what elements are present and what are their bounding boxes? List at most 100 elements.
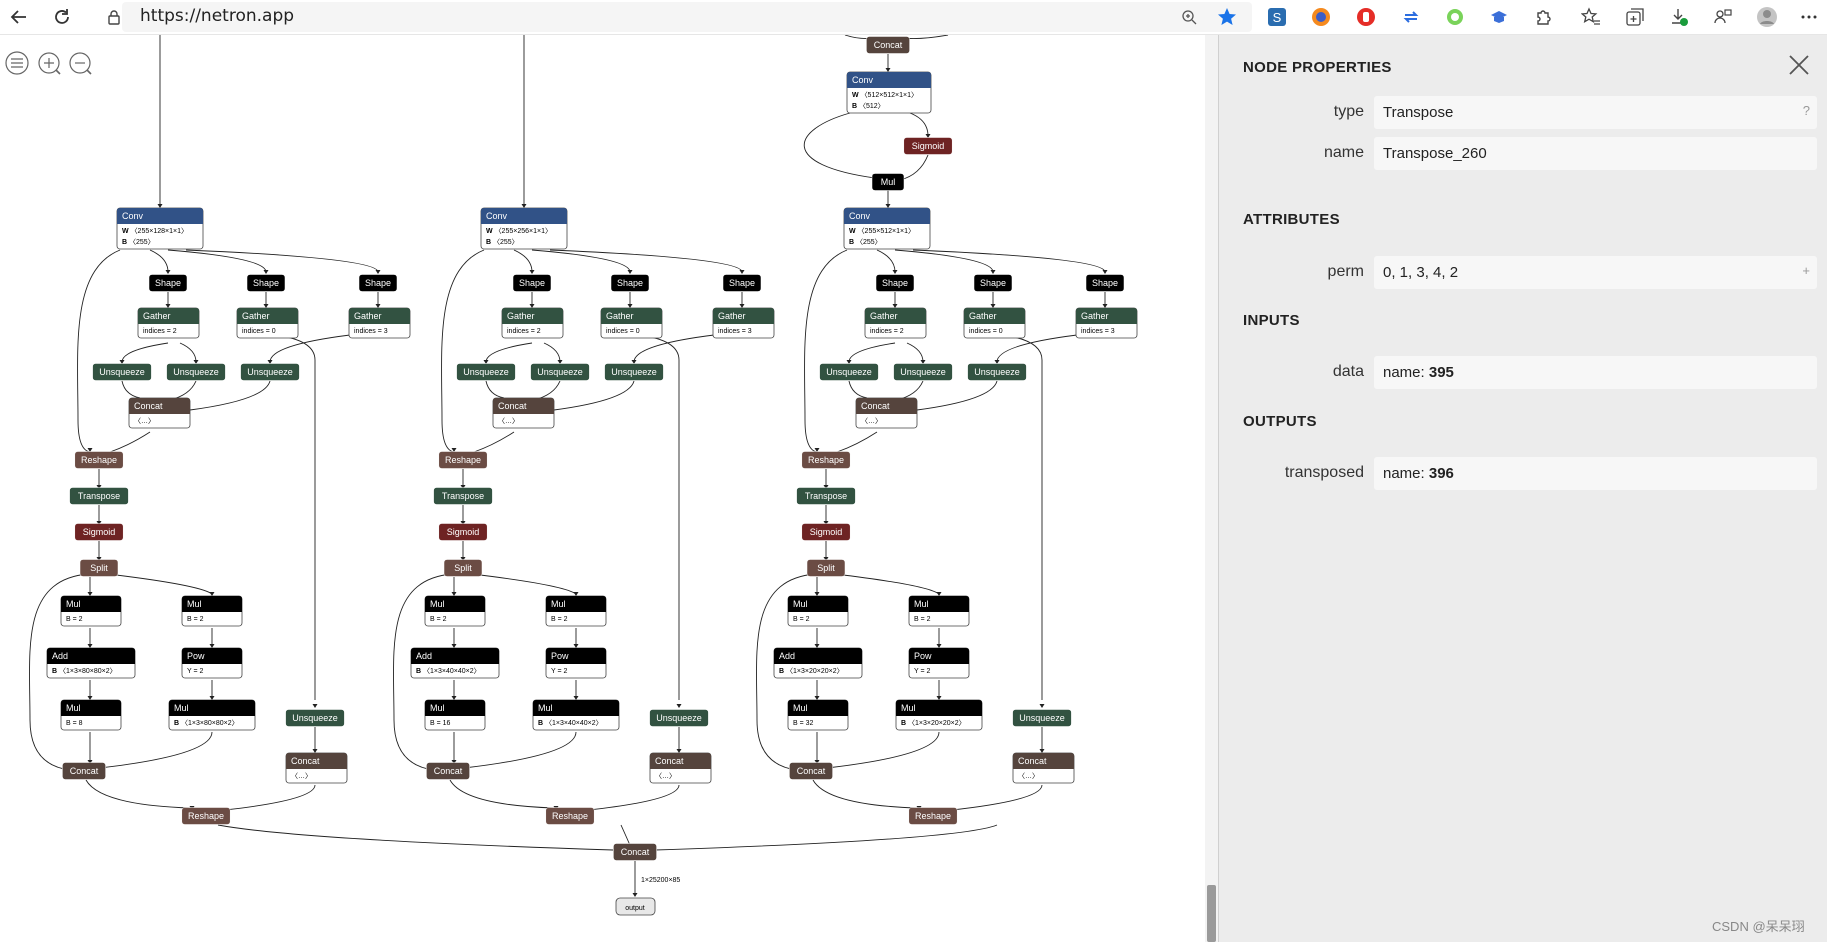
zoom-icon[interactable] bbox=[1178, 6, 1200, 28]
col3-concat-shape[interactable]: Concat 〈…〉 bbox=[855, 397, 918, 429]
col3-reshape-final[interactable]: Reshape bbox=[908, 807, 958, 825]
col2-mul-3[interactable]: Mul B = 16 bbox=[424, 699, 486, 731]
col3-mul-1[interactable]: Mul B = 2 bbox=[787, 595, 849, 627]
zoom-out-icon[interactable] bbox=[69, 52, 92, 75]
col3-shape-0[interactable]: Shape bbox=[875, 274, 915, 292]
col1-mul-2[interactable]: Mul B = 2 bbox=[181, 595, 243, 627]
col3-gather-2[interactable]: Gather indices = 3 bbox=[1075, 307, 1138, 339]
col2-concat-shape[interactable]: Concat 〈…〉 bbox=[492, 397, 555, 429]
col1-transpose[interactable]: Transpose bbox=[69, 487, 129, 505]
col2-shape-2[interactable]: Shape bbox=[722, 274, 762, 292]
expand-icon[interactable]: + bbox=[1802, 263, 1810, 278]
col2-reshape-final[interactable]: Reshape bbox=[545, 807, 595, 825]
col2-pow[interactable]: Pow Y = 2 bbox=[545, 647, 607, 679]
favorite-star-icon[interactable] bbox=[1216, 6, 1238, 28]
model-graph[interactable]: Concat Conv W 〈512×512×1×1〉 B 〈512〉 Sigmoid M… bbox=[0, 35, 1218, 942]
col2-gather-2[interactable]: Gather indices = 3 bbox=[712, 307, 775, 339]
col1-gather-1[interactable]: Gather indices = 0 bbox=[236, 307, 299, 339]
col2-transpose[interactable]: Transpose bbox=[433, 487, 493, 505]
col2-mul-4[interactable]: Mul B 〈1×3×40×40×2〉 bbox=[532, 699, 620, 731]
col1-concat-shape[interactable]: Concat 〈…〉 bbox=[128, 397, 191, 429]
col2-concat-shape-2[interactable]: Concat 〈…〉 bbox=[649, 752, 712, 784]
prop-value-type[interactable]: Transpose? bbox=[1374, 96, 1817, 129]
col3-unsqueeze-1[interactable]: Unsqueeze bbox=[893, 363, 953, 381]
col2-unsqueeze-3[interactable]: Unsqueeze bbox=[649, 709, 709, 727]
sidebar-toggle-icon[interactable] bbox=[5, 51, 29, 75]
extension-circle-icon[interactable] bbox=[1444, 6, 1466, 28]
extension-hand-icon[interactable] bbox=[1355, 6, 1377, 28]
col2-reshape[interactable]: Reshape bbox=[438, 451, 488, 469]
col2-concat-boxes[interactable]: Concat bbox=[426, 762, 470, 780]
collections-icon[interactable] bbox=[1624, 6, 1646, 28]
col3-gather-1[interactable]: Gather indices = 0 bbox=[963, 307, 1026, 339]
col1-unsqueeze-2[interactable]: Unsqueeze bbox=[240, 363, 300, 381]
col1-add[interactable]: Add B 〈1×3×80×80×2〉 bbox=[46, 647, 136, 679]
graph-scrollbar[interactable] bbox=[1205, 35, 1218, 942]
graph-canvas[interactable]: Concat Conv W 〈512×512×1×1〉 B 〈512〉 Sigmoid M… bbox=[0, 35, 1218, 942]
col2-add[interactable]: Add B 〈1×3×40×40×2〉 bbox=[410, 647, 500, 679]
col3-concat-shape-2[interactable]: Concat 〈…〉 bbox=[1012, 752, 1075, 784]
col2-conv[interactable]: Conv W 〈255×256×1×1〉 B 〈255〉 bbox=[480, 207, 568, 250]
help-icon[interactable]: ? bbox=[1803, 103, 1810, 118]
node-concat-final[interactable]: Concat bbox=[613, 843, 657, 861]
zoom-in-icon[interactable] bbox=[38, 52, 61, 75]
col3-conv[interactable]: Conv W 〈255×512×1×1〉 B 〈255〉 bbox=[843, 207, 931, 250]
col3-mul-2[interactable]: Mul B = 2 bbox=[908, 595, 970, 627]
more-menu-icon[interactable] bbox=[1798, 6, 1820, 28]
col3-pow[interactable]: Pow Y = 2 bbox=[908, 647, 970, 679]
col1-mul-3[interactable]: Mul B = 8 bbox=[60, 699, 122, 731]
col3-sigmoid[interactable]: Sigmoid bbox=[801, 523, 851, 541]
favorites-icon[interactable] bbox=[1580, 6, 1602, 28]
col2-shape-1[interactable]: Shape bbox=[610, 274, 650, 292]
col3-add[interactable]: Add B 〈1×3×20×20×2〉 bbox=[773, 647, 863, 679]
col2-unsqueeze-2[interactable]: Unsqueeze bbox=[604, 363, 664, 381]
col3-gather-0[interactable]: Gather indices = 2 bbox=[864, 307, 927, 339]
col1-conv[interactable]: Conv W 〈255×128×1×1〉 B 〈255〉 bbox=[116, 207, 204, 250]
extension-cap-icon[interactable] bbox=[1488, 6, 1510, 28]
downloads-icon[interactable] bbox=[1668, 6, 1690, 28]
col3-unsqueeze-2[interactable]: Unsqueeze bbox=[967, 363, 1027, 381]
col2-mul-2[interactable]: Mul B = 2 bbox=[545, 595, 607, 627]
col3-mul-4[interactable]: Mul B 〈1×3×20×20×2〉 bbox=[895, 699, 983, 731]
col1-shape-1[interactable]: Shape bbox=[246, 274, 286, 292]
col1-shape-2[interactable]: Shape bbox=[358, 274, 398, 292]
node-sigmoid-top[interactable]: Sigmoid bbox=[903, 137, 953, 155]
col1-mul-1[interactable]: Mul B = 2 bbox=[60, 595, 122, 627]
col3-unsqueeze-0[interactable]: Unsqueeze bbox=[819, 363, 879, 381]
col2-sigmoid[interactable]: Sigmoid bbox=[438, 523, 488, 541]
extensions-puzzle-icon[interactable] bbox=[1532, 6, 1554, 28]
close-icon[interactable] bbox=[1787, 53, 1811, 77]
col1-concat-shape-2[interactable]: Concat 〈…〉 bbox=[285, 752, 348, 784]
input-value-data[interactable]: name: 395 bbox=[1374, 356, 1817, 389]
col1-mul-4[interactable]: Mul B 〈1×3×80×80×2〉 bbox=[168, 699, 256, 731]
node-concat-top[interactable]: Concat bbox=[866, 36, 910, 54]
node-mul-top[interactable]: Mul bbox=[871, 173, 905, 191]
col1-pow[interactable]: Pow Y = 2 bbox=[181, 647, 243, 679]
graph-scrollbar-thumb[interactable] bbox=[1207, 885, 1216, 942]
col3-transpose[interactable]: Transpose bbox=[796, 487, 856, 505]
attr-value-perm[interactable]: 0, 1, 3, 4, 2 + bbox=[1374, 256, 1817, 289]
url-text[interactable]: https://netron.app bbox=[140, 6, 294, 26]
col1-reshape-final[interactable]: Reshape bbox=[181, 807, 231, 825]
col1-sigmoid[interactable]: Sigmoid bbox=[74, 523, 124, 541]
col1-gather-2[interactable]: Gather indices = 3 bbox=[348, 307, 411, 339]
col1-unsqueeze-1[interactable]: Unsqueeze bbox=[166, 363, 226, 381]
col2-mul-1[interactable]: Mul B = 2 bbox=[424, 595, 486, 627]
col2-unsqueeze-1[interactable]: Unsqueeze bbox=[530, 363, 590, 381]
col3-shape-2[interactable]: Shape bbox=[1085, 274, 1125, 292]
extension-s-icon[interactable]: S bbox=[1266, 6, 1288, 28]
lock-icon[interactable] bbox=[104, 4, 124, 30]
col2-unsqueeze-0[interactable]: Unsqueeze bbox=[456, 363, 516, 381]
back-icon[interactable] bbox=[6, 4, 32, 30]
col1-shape-0[interactable]: Shape bbox=[148, 274, 188, 292]
col2-gather-0[interactable]: Gather indices = 2 bbox=[501, 307, 564, 339]
col3-concat-boxes[interactable]: Concat bbox=[789, 762, 833, 780]
col1-reshape[interactable]: Reshape bbox=[74, 451, 124, 469]
col3-reshape[interactable]: Reshape bbox=[801, 451, 851, 469]
col3-shape-1[interactable]: Shape bbox=[973, 274, 1013, 292]
col2-gather-1[interactable]: Gather indices = 0 bbox=[600, 307, 663, 339]
col1-split[interactable]: Split bbox=[79, 559, 119, 577]
node-output[interactable]: output bbox=[615, 897, 656, 916]
col2-shape-0[interactable]: Shape bbox=[512, 274, 552, 292]
col1-concat-boxes[interactable]: Concat bbox=[62, 762, 106, 780]
